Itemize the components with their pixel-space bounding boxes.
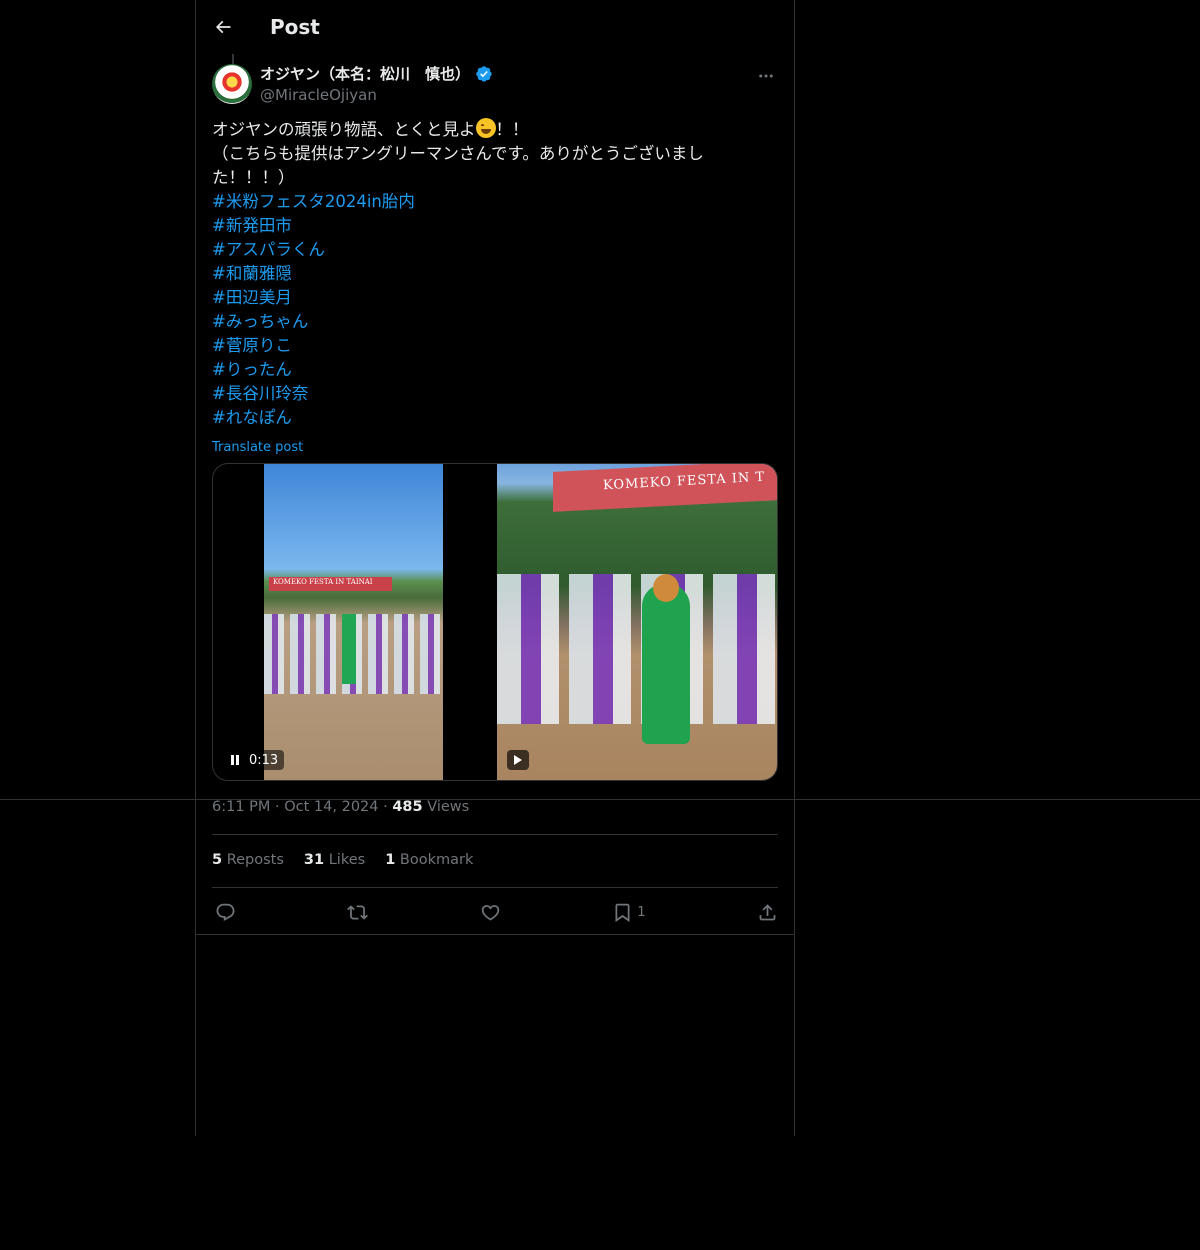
hashtag-link[interactable]: #長谷川玲奈: [212, 382, 732, 406]
festival-banner-small-text: KOMEKO FESTA IN TAINAI: [273, 578, 373, 586]
page-header: Post: [196, 0, 794, 54]
divider: [196, 934, 794, 935]
post-author: オジヤン（本名：松川 慎也） @MiracleOjiyan: [212, 64, 778, 108]
hashtag-link[interactable]: #アスパラくん: [212, 238, 732, 262]
views-count: 485: [392, 799, 423, 815]
bookmark-button[interactable]: 1: [612, 902, 646, 923]
share-icon: [759, 903, 776, 920]
pause-icon[interactable]: [231, 755, 241, 765]
reply-button[interactable]: [215, 902, 236, 923]
author-display-name-text: オジヤン（本名：松川 慎也）: [260, 65, 471, 83]
reposts-count: 5: [212, 852, 223, 868]
green-costume-dancer: [342, 614, 356, 684]
hashtag-link[interactable]: #新発田市: [212, 214, 732, 238]
post-text-line-1-start: オジヤンの頑張り物語、とくと見よ: [212, 120, 476, 139]
video-media[interactable]: KOMEKO FESTA IN TAINAI KOMEKO FESTA IN T…: [212, 463, 778, 781]
reposts-stat[interactable]: 5 Reposts: [212, 852, 284, 868]
bookmarks-count: 1: [385, 852, 396, 868]
post-text-line-3: た！！！）: [212, 168, 295, 187]
author-info: オジヤン（本名：松川 慎也） @MiracleOjiyan: [260, 64, 493, 105]
video-frame-left: [264, 464, 443, 780]
more-horizontal-icon: [759, 74, 773, 78]
dancer-head: [653, 574, 679, 602]
hashtag-list: #米粉フェスタ2024in胎内 #新発田市 #アスパラくん #和蘭雅隠 #田辺美…: [212, 190, 732, 430]
more-options-button[interactable]: [754, 64, 778, 88]
hashtag-link[interactable]: #米粉フェスタ2024in胎内: [212, 190, 732, 214]
hashtag-link[interactable]: #菅原りこ: [212, 334, 732, 358]
divider: [212, 834, 778, 835]
likes-stat[interactable]: 31 Likes: [304, 852, 365, 868]
divider: [212, 887, 778, 888]
author-handle[interactable]: @MiracleOjiyan: [260, 85, 493, 105]
dancers-image: [497, 574, 777, 724]
hashtag-link[interactable]: #みっちゃん: [212, 310, 732, 334]
bookmarks-stat[interactable]: 1 Bookmark: [385, 852, 473, 868]
page-title: Post: [270, 15, 320, 39]
repost-button[interactable]: [347, 902, 369, 923]
post-text-line-1-end: ！！: [495, 120, 529, 139]
post-text: オジヤンの頑張り物語、とくと見よ ！！ （こちらも提供はアングリーマンさんです。あ…: [212, 118, 732, 460]
play-icon: [514, 755, 522, 765]
back-button[interactable]: [212, 16, 234, 38]
screen-separator-line: [0, 799, 1200, 800]
thread-connector-line: [232, 54, 234, 64]
likes-count: 31: [303, 852, 325, 868]
translate-post-link[interactable]: Translate post: [212, 436, 732, 460]
reply-icon: [216, 903, 235, 921]
post-timestamp[interactable]: 6:11 PM · Oct 14, 2024 ·: [212, 799, 392, 815]
grinning-sweat-emoji-icon: [475, 118, 496, 138]
verified-badge-icon[interactable]: [475, 65, 493, 83]
video-frame-right: KOMEKO FESTA IN T: [497, 464, 777, 780]
hashtag-link[interactable]: #和蘭雅隠: [212, 262, 732, 286]
green-costume-dancer: [642, 584, 690, 744]
share-button[interactable]: [757, 902, 778, 923]
heart-icon: [481, 904, 500, 921]
hashtag-link[interactable]: #れなぽん: [212, 406, 732, 430]
post-stats: 5 Reposts 31 Likes 1 Bookmark: [212, 852, 473, 868]
video-time: 0:13: [249, 752, 279, 768]
repost-icon: [347, 904, 369, 920]
post-meta: 6:11 PM · Oct 14, 2024 · 485 Views: [212, 799, 469, 815]
hashtag-link[interactable]: #田辺美月: [212, 286, 732, 310]
avatar[interactable]: [212, 64, 252, 104]
bookmark-count: 1: [637, 904, 646, 920]
views-label: Views: [422, 799, 470, 815]
post-actions: 1: [212, 899, 778, 925]
bookmark-icon: [615, 903, 630, 922]
main-column: Post オジヤン（本名：松川 慎也） @MiracleOjiyan オジヤンの…: [195, 0, 795, 1136]
bookmarks-label: Bookmark: [395, 852, 474, 868]
play-button[interactable]: [507, 750, 529, 770]
hashtag-link[interactable]: #りったん: [212, 358, 732, 382]
like-button[interactable]: [480, 902, 501, 923]
post-text-line-1: オジヤンの頑張り物語、とくと見よ ！！: [212, 118, 732, 142]
post-text-line-2: （こちらも提供はアングリーマンさんです。ありがとうございまし: [212, 144, 704, 163]
arrow-left-icon: [215, 20, 231, 34]
reposts-label: Reposts: [222, 852, 284, 868]
likes-label: Likes: [324, 852, 366, 868]
author-display-name[interactable]: オジヤン（本名：松川 慎也）: [260, 64, 493, 84]
video-controls[interactable]: 0:13: [225, 750, 285, 770]
